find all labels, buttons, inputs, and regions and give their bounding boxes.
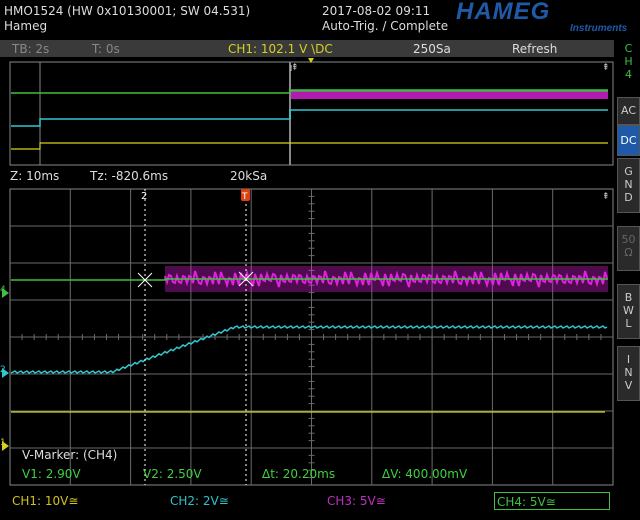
marker-v1: V1: 2.90V xyxy=(22,467,81,481)
coupling-ac-button[interactable]: AC xyxy=(617,97,640,125)
sample-count: 250Sa xyxy=(413,42,451,56)
channel-3-tab[interactable]: CH3: 5V≅ xyxy=(325,492,465,510)
overview-waveform: ⇞ ⇞ xyxy=(9,58,614,166)
brand-subtitle: Instruments xyxy=(570,23,628,34)
svg-text:4: 4 xyxy=(0,285,6,295)
datetime: 2017-08-02 09:11 xyxy=(322,4,431,18)
svg-text:⇞: ⇞ xyxy=(602,63,610,73)
timebase[interactable]: TB: 2s xyxy=(12,41,49,57)
coupling-dc-button[interactable]: DC xyxy=(617,125,640,156)
zoom-factor[interactable]: Z: 10ms xyxy=(10,168,59,184)
acquisition-mode[interactable]: Refresh xyxy=(512,41,557,57)
svg-text:2: 2 xyxy=(0,365,6,375)
acquisition-status: Auto-Trig. / Complete xyxy=(322,19,449,33)
marker-delta-t: Δt: 20.20ms xyxy=(262,467,336,481)
trigger-time[interactable]: T: 0s xyxy=(92,41,120,57)
user-name: Hameg xyxy=(4,19,48,33)
zoom-position[interactable]: Tz: -820.6ms xyxy=(90,168,168,184)
marker-title: V-Marker: (CH4) xyxy=(22,448,118,462)
graticule xyxy=(9,188,614,486)
zoom-waveform: 2 T ⇞ 4 2 1 xyxy=(0,188,614,486)
channel-1-tab[interactable]: CH1: 10V≅ xyxy=(10,492,150,510)
overview-frame xyxy=(9,61,614,166)
cursor-label: 2 xyxy=(141,191,147,202)
overview-ch3-trace xyxy=(291,91,608,99)
trigger-label: T xyxy=(241,192,248,202)
invert-button[interactable]: I N V xyxy=(617,346,640,401)
channel-4-tab[interactable]: CH4: 5V≅ xyxy=(494,492,610,510)
side-menu-channel4: C H 4 xyxy=(617,42,640,97)
zoom-sample-rate: 20kSa xyxy=(230,169,268,183)
channel-2-tab[interactable]: CH2: 2V≅ xyxy=(168,492,308,510)
bandwidth-limit-button[interactable]: B W L xyxy=(617,284,640,339)
brand-logo: HAMEG xyxy=(456,0,551,25)
device-info: HMO1524 (HW 0x10130001; SW 04.531) xyxy=(4,4,251,18)
svg-text:⇞: ⇞ xyxy=(602,192,610,202)
termination-50ohm-button[interactable]: 50 Ω xyxy=(617,226,640,271)
marker-delta-v: ΔV: 400.00mV xyxy=(382,467,468,481)
marker-v2: V2: 2.50V xyxy=(143,467,202,481)
trigger-source[interactable]: CH1: 102.1 V \DC xyxy=(228,41,333,57)
coupling-gnd-button[interactable]: G N D xyxy=(617,158,640,213)
svg-text:1: 1 xyxy=(0,438,6,448)
svg-text:⇞: ⇞ xyxy=(291,63,299,73)
